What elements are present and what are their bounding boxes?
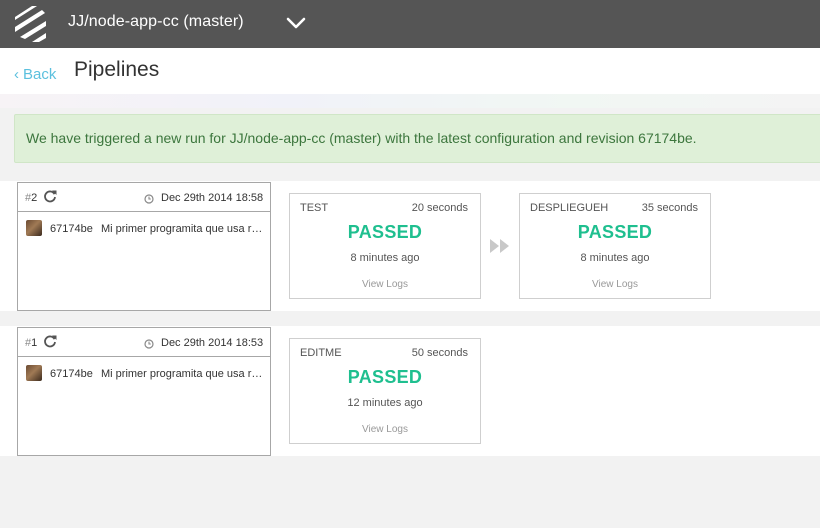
- stage-card-editme[interactable]: EDITME 50 seconds PASSED 12 minutes ago …: [289, 338, 481, 444]
- back-link[interactable]: ‹ Back: [14, 66, 56, 83]
- stage-duration: 50 seconds: [411, 347, 468, 359]
- stage-name: DESPLIEGUEH: [530, 202, 609, 214]
- commit-message: Mi primer programita que usa redis: [101, 223, 267, 235]
- back-label: Back: [23, 66, 57, 83]
- fast-forward-icon: [490, 239, 509, 253]
- stage-status: PASSED: [347, 367, 423, 387]
- stage-card-test[interactable]: TEST 20 seconds PASSED 8 minutes ago Vie…: [289, 193, 481, 299]
- chevron-down-icon[interactable]: [286, 16, 306, 30]
- view-logs-link[interactable]: View Logs: [290, 424, 480, 435]
- stage-duration: 35 seconds: [641, 202, 698, 214]
- stacked-bars-logo-icon[interactable]: [12, 5, 50, 43]
- run-card: #2 Dec 29th 2014 18:58 67174be Mi primer…: [17, 182, 271, 311]
- chevron-left-icon: ‹: [14, 66, 19, 83]
- view-logs-link[interactable]: View Logs: [520, 279, 710, 290]
- commit-message: Mi primer programita que usa redis: [101, 368, 267, 380]
- clock-icon: [144, 194, 154, 204]
- commit-sha-link[interactable]: 67174be: [50, 223, 93, 235]
- run-row: #1 Dec 29th 2014 18:53 67174be Mi primer…: [0, 326, 820, 456]
- sub-header: ‹ Back Pipelines: [0, 48, 820, 94]
- run-number: #1: [25, 337, 38, 349]
- run-number: #2: [25, 192, 38, 204]
- repo-title[interactable]: JJ/node-app-cc (master): [68, 13, 244, 31]
- stage-status: PASSED: [347, 222, 423, 242]
- clock-icon: [144, 339, 154, 349]
- view-logs-link[interactable]: View Logs: [290, 279, 480, 290]
- run-row: #2 Dec 29th 2014 18:58 67174be Mi primer…: [0, 181, 820, 311]
- stage-status: PASSED: [577, 222, 653, 242]
- stage-card-deploy[interactable]: DESPLIEGUEH 35 seconds PASSED 8 minutes …: [519, 193, 711, 299]
- rerun-icon[interactable]: [43, 334, 57, 348]
- top-bar: JJ/node-app-cc (master): [0, 0, 820, 48]
- commit-sha-link[interactable]: 67174be: [50, 368, 93, 380]
- stage-duration: 20 seconds: [411, 202, 468, 214]
- run-date: Dec 29th 2014 18:53: [161, 337, 264, 349]
- stage-name: TEST: [300, 202, 329, 214]
- avatar: [26, 220, 42, 236]
- header-divider: [0, 94, 820, 108]
- run-card: #1 Dec 29th 2014 18:53 67174be Mi primer…: [17, 327, 271, 456]
- rerun-icon[interactable]: [43, 189, 57, 203]
- page-title: Pipelines: [74, 58, 160, 81]
- stage-time-ago: 12 minutes ago: [347, 397, 423, 409]
- run-date: Dec 29th 2014 18:58: [161, 192, 264, 204]
- success-alert: We have triggered a new run for JJ/node-…: [14, 114, 820, 163]
- stage-time-ago: 8 minutes ago: [350, 252, 420, 264]
- run-card-header: #1 Dec 29th 2014 18:53: [18, 328, 270, 357]
- stage-name: EDITME: [300, 347, 342, 359]
- avatar: [26, 365, 42, 381]
- stage-time-ago: 8 minutes ago: [580, 252, 650, 264]
- alert-message: We have triggered a new run for JJ/node-…: [26, 130, 697, 146]
- run-card-header: #2 Dec 29th 2014 18:58: [18, 183, 270, 212]
